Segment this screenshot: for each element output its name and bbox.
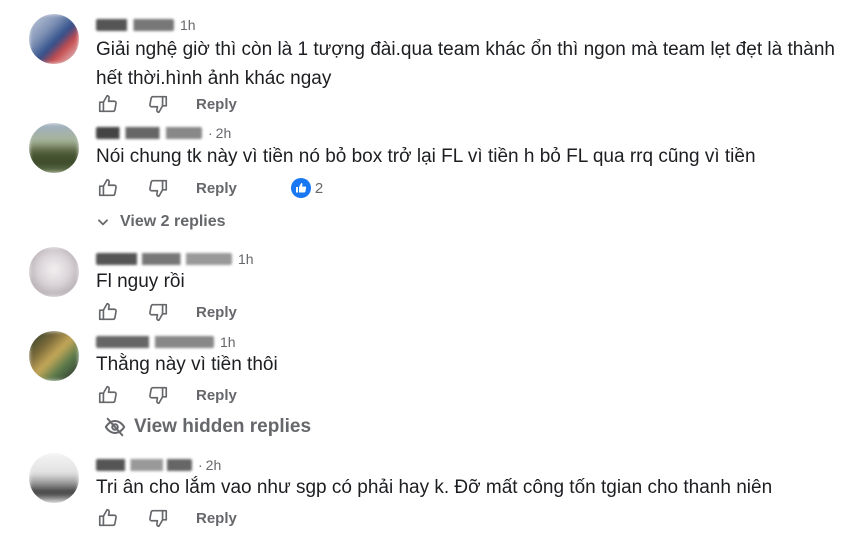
comment-header: · 2h <box>96 124 231 142</box>
avatar[interactable] <box>29 123 79 173</box>
comment-time[interactable]: 1h <box>220 334 236 350</box>
comment-time[interactable]: 2h <box>206 457 222 473</box>
thumbs-down-icon[interactable] <box>146 176 170 200</box>
comment-actions: Reply <box>96 92 237 116</box>
thumbs-up-icon[interactable] <box>96 92 120 116</box>
author-name[interactable] <box>96 19 174 31</box>
reply-button[interactable]: Reply <box>196 510 237 527</box>
author-name[interactable] <box>96 127 202 139</box>
dot-separator: · <box>208 125 213 141</box>
author-name[interactable] <box>96 253 232 265</box>
comment-actions: Reply <box>96 300 237 324</box>
thumbs-down-icon[interactable] <box>146 92 170 116</box>
reply-button[interactable]: Reply <box>196 180 237 197</box>
comment-text: Giải nghệ giờ thì còn là 1 tượng đài.qua… <box>96 39 835 89</box>
comment-time[interactable]: 1h <box>238 251 254 267</box>
reply-button[interactable]: Reply <box>196 387 237 404</box>
thumbs-down-icon[interactable] <box>146 383 170 407</box>
eye-slash-icon <box>104 416 126 438</box>
comment-time[interactable]: 1h <box>180 17 196 33</box>
reaction-summary[interactable]: 2 <box>290 178 324 198</box>
avatar[interactable] <box>29 14 79 64</box>
view-replies-button[interactable]: View 2 replies <box>96 210 226 234</box>
view-replies-label: View 2 replies <box>120 213 226 230</box>
comment-actions: Reply 2 <box>96 176 323 200</box>
comment-header: 1h <box>96 250 254 268</box>
comment-text: Fl nguy rồi <box>96 271 185 292</box>
comment-header: 1h <box>96 16 196 34</box>
dot-separator: · <box>198 457 203 473</box>
thumbs-down-icon[interactable] <box>146 300 170 324</box>
comment-header: · 2h <box>96 456 221 474</box>
author-name[interactable] <box>96 336 214 348</box>
avatar[interactable] <box>29 453 79 503</box>
comment-header: 1h <box>96 333 236 351</box>
view-hidden-replies-button[interactable]: View hidden replies <box>104 414 311 440</box>
avatar[interactable] <box>29 331 79 381</box>
reply-button[interactable]: Reply <box>196 96 237 113</box>
thumbs-up-icon[interactable] <box>96 383 120 407</box>
comment-time[interactable]: 2h <box>216 125 232 141</box>
thumbs-down-icon[interactable] <box>146 506 170 530</box>
author-name[interactable] <box>96 459 192 471</box>
comment-text: Tri ân cho lắm vao như sgp có phải hay k… <box>96 477 773 498</box>
avatar[interactable] <box>29 247 79 297</box>
comment-text: Nói chung tk này vì tiền nó bỏ box trở l… <box>96 146 756 167</box>
comment-text: Thằng này vì tiền thôi <box>96 354 278 375</box>
thumbs-up-icon[interactable] <box>96 506 120 530</box>
reaction-count: 2 <box>314 179 324 197</box>
comment-actions: Reply <box>96 383 237 407</box>
view-hidden-replies-label: View hidden replies <box>134 416 312 437</box>
thumbs-up-icon[interactable] <box>96 176 120 200</box>
comment-actions: Reply <box>96 506 237 530</box>
thumbs-up-icon[interactable] <box>96 300 120 324</box>
chevron-down-icon <box>96 215 110 229</box>
like-reaction-icon <box>290 178 311 198</box>
reply-button[interactable]: Reply <box>196 304 237 321</box>
